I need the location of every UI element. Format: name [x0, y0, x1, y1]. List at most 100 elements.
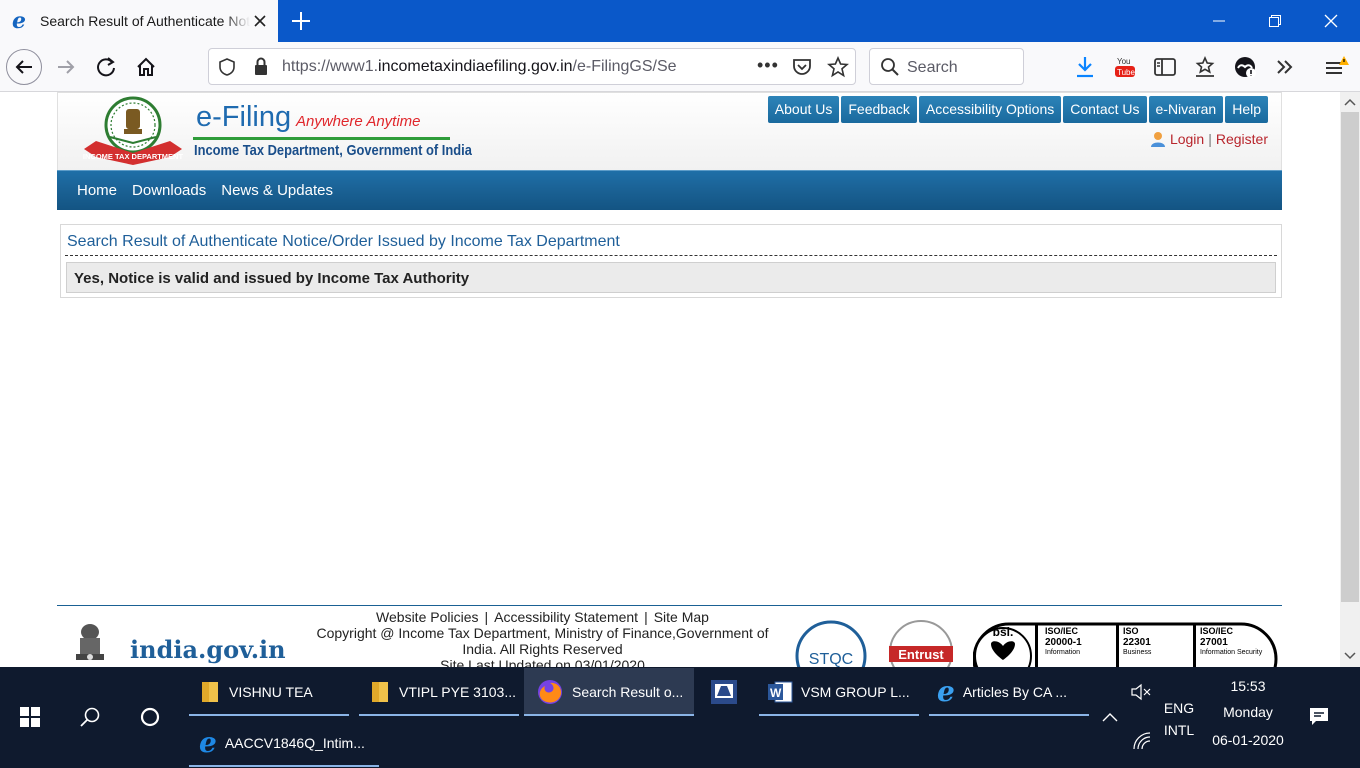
browser-tab-strip: e Search Result of Authenticate Notice [0, 0, 1360, 42]
entrust-cert-icon: Entrust [889, 620, 953, 667]
close-tab-icon[interactable] [250, 11, 270, 31]
page-actions-button[interactable]: ••• [757, 55, 779, 76]
minimize-icon [1213, 20, 1225, 22]
brand-title: e-Filing [196, 101, 292, 133]
svg-text:bsi.: bsi. [993, 625, 1014, 639]
help-link[interactable]: Help [1225, 96, 1268, 123]
reload-icon [97, 57, 115, 77]
cortana-circle-icon [140, 707, 160, 727]
star-shelf-icon [1195, 56, 1215, 77]
tracking-shield-icon[interactable] [218, 58, 236, 76]
svg-text:22301: 22301 [1123, 637, 1151, 648]
site-updated-text: Site Last Updated on 03/01/2020 [440, 657, 645, 667]
reload-button[interactable] [90, 51, 122, 83]
cortana-button[interactable] [126, 693, 174, 741]
e-nivaran-link[interactable]: e-Nivaran [1148, 96, 1224, 123]
show-hidden-icons-button[interactable] [1098, 705, 1122, 729]
url-text[interactable]: https://www1.incometaxindiaefiling.gov.i… [282, 58, 712, 76]
search-icon [80, 707, 100, 727]
overflow-menu-button[interactable] [1269, 51, 1301, 83]
clock-date: 06-01-2020 [1212, 732, 1284, 748]
notification-icon [1310, 708, 1328, 725]
downloads-button[interactable] [1069, 51, 1101, 83]
website-policies-link[interactable]: Website Policies [376, 609, 478, 625]
back-arrow-icon [15, 60, 32, 74]
taskbar-item-word[interactable]: W VSM GROUP L... [759, 668, 919, 716]
register-link[interactable]: Register [1216, 131, 1268, 147]
forward-button[interactable] [50, 51, 82, 83]
svg-text:Tube: Tube [1117, 68, 1135, 77]
nav-home[interactable]: Home [77, 182, 117, 199]
bookmark-star-icon[interactable] [827, 56, 849, 78]
scroll-down-icon[interactable] [1344, 651, 1356, 661]
accessibility-statement-link[interactable]: Accessibility Statement [494, 609, 638, 625]
clock[interactable]: 15:53 Monday 06-01-2020 [1200, 679, 1296, 748]
taskbar-item-firefox[interactable]: Search Result o... [524, 668, 694, 716]
ie-icon: e [937, 675, 955, 708]
taskbar-item-scanner[interactable] [700, 668, 748, 716]
taskbar-item-vishnu-tea[interactable]: VISHNU TEA [189, 668, 349, 716]
page-scrollbar[interactable] [1340, 92, 1360, 667]
close-icon [1324, 14, 1338, 28]
home-button[interactable] [130, 51, 162, 83]
action-center-button[interactable] [1300, 703, 1338, 731]
search-bar[interactable]: Search [869, 48, 1024, 85]
svg-text:Information Security: Information Security [1200, 649, 1263, 656]
svg-text:Entrust: Entrust [898, 647, 944, 662]
home-icon [137, 57, 155, 76]
forward-arrow-icon [58, 60, 75, 74]
folder-icon [372, 682, 388, 702]
search-result-panel: Search Result of Authenticate Notice/Ord… [60, 224, 1282, 298]
svg-text:W: W [770, 686, 782, 700]
site-map-link[interactable]: Site Map [654, 609, 709, 625]
start-button[interactable] [0, 693, 60, 741]
pocket-icon[interactable] [792, 57, 812, 77]
login-register: Login | Register [1150, 131, 1268, 147]
feedback-link[interactable]: Feedback [841, 96, 917, 123]
volume-button[interactable] [1128, 679, 1154, 705]
login-link[interactable]: Login [1170, 131, 1204, 147]
scroll-up-icon[interactable] [1344, 97, 1356, 107]
restore-button[interactable] [1252, 0, 1298, 42]
svg-text:ISO/IEC: ISO/IEC [1200, 626, 1234, 636]
accessibility-options-link[interactable]: Accessibility Options [918, 96, 1062, 123]
private-extension-button[interactable] [1229, 51, 1261, 83]
india-gov-logo[interactable]: india.gov.in [130, 635, 286, 664]
clock-day: Monday [1223, 704, 1273, 720]
windows-taskbar: VISHNU TEA VTIPL PYE 3103... Search Resu… [0, 667, 1360, 768]
copyright-line-2: India. All Rights Reserved [462, 641, 623, 657]
top-links: About Us Feedback Accessibility Options … [767, 96, 1268, 123]
download-icon [1077, 57, 1093, 78]
app-menu-button[interactable] [1320, 51, 1352, 83]
brand-tagline: Anywhere Anytime [296, 113, 421, 130]
taskbar-item-vtipl-pye[interactable]: VTIPL PYE 3103... [359, 668, 519, 716]
bookmarks-menu-button[interactable] [1189, 51, 1221, 83]
main-navigation: Home Downloads News & Updates [57, 170, 1282, 210]
footer-divider [57, 605, 1282, 606]
minimize-button[interactable] [1196, 0, 1242, 42]
back-button[interactable] [6, 49, 42, 85]
nav-news-updates[interactable]: News & Updates [221, 182, 333, 199]
taskbar-item-ie[interactable]: e Articles By CA ... [929, 668, 1089, 716]
contact-us-link[interactable]: Contact Us [1063, 96, 1147, 123]
address-bar[interactable]: https://www1.incometaxindiaefiling.gov.i… [208, 48, 856, 85]
lock-icon[interactable] [253, 57, 269, 77]
close-window-button[interactable] [1308, 0, 1354, 42]
new-tab-icon[interactable] [288, 8, 314, 34]
nav-downloads[interactable]: Downloads [132, 182, 206, 199]
taskbar-search-button[interactable] [66, 693, 114, 741]
browser-tab-active[interactable]: e Search Result of Authenticate Notice [0, 0, 278, 42]
network-button[interactable] [1130, 729, 1154, 753]
restore-icon [1269, 15, 1281, 27]
word-icon: W [768, 681, 793, 703]
about-us-link[interactable]: About Us [767, 96, 840, 123]
taskbar-item-edge[interactable]: e AACCV1846Q_Intim... [189, 719, 379, 767]
result-message: Yes, Notice is valid and issued by Incom… [66, 262, 1276, 293]
scroll-thumb[interactable] [1341, 112, 1359, 602]
youtube-extension-button[interactable]: You Tube [1109, 51, 1141, 83]
site-container: INCOME TAX DEPARTMENT e-Filing Anywhere … [57, 92, 1282, 210]
search-placeholder: Search [907, 59, 958, 76]
language-indicator[interactable]: ENG INTL [1158, 697, 1200, 741]
sidebar-button[interactable] [1149, 51, 1181, 83]
wifi-icon [1133, 732, 1151, 750]
